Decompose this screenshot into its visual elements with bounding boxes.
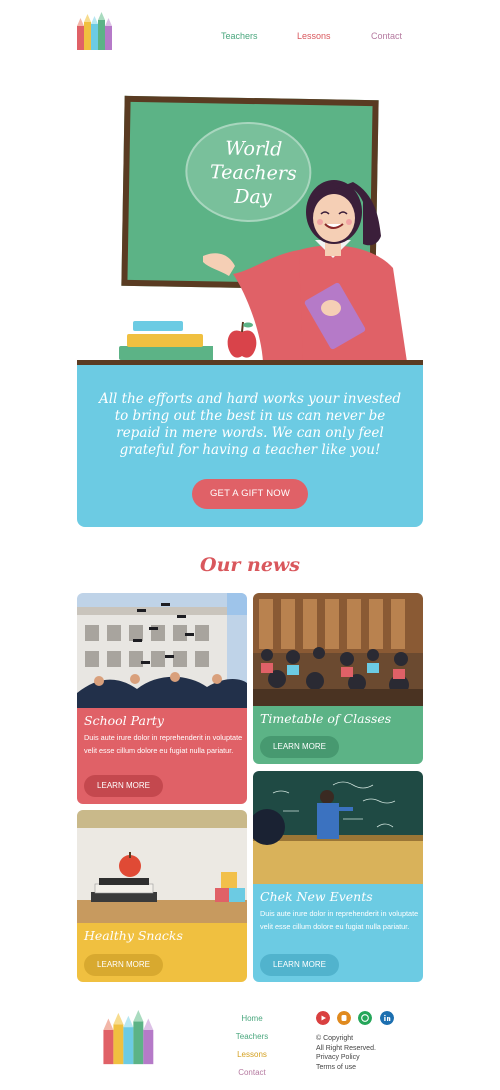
blogger-icon[interactable] bbox=[337, 1011, 351, 1025]
footer-link-teachers[interactable]: Teachers bbox=[232, 1028, 272, 1046]
footer-link-home[interactable]: Home bbox=[232, 1010, 272, 1028]
message-panel: All the efforts and hard works your inve… bbox=[77, 365, 423, 527]
pencils-logo-icon[interactable] bbox=[102, 1010, 159, 1067]
hero-message: All the efforts and hard works your inve… bbox=[98, 391, 401, 458]
pencils-logo-icon[interactable] bbox=[76, 12, 116, 52]
graduation-photo bbox=[77, 593, 247, 708]
news-card-healthy-snacks: Healthy Snacks LEARN MORE bbox=[77, 810, 247, 982]
card-title: Healthy Snacks bbox=[84, 928, 183, 943]
linkedin-icon[interactable] bbox=[380, 1011, 394, 1025]
card-title: Timetable of Classes bbox=[260, 711, 392, 726]
nav-contact[interactable]: Contact bbox=[371, 31, 402, 41]
nav-lessons[interactable]: Lessons bbox=[297, 31, 331, 41]
youtube-icon[interactable] bbox=[316, 1011, 330, 1025]
learn-more-button[interactable]: LEARN MORE bbox=[84, 775, 163, 797]
hero-illustration: World Teachers Day bbox=[77, 92, 423, 370]
terms-of-use-link[interactable]: Terms of use bbox=[316, 1063, 376, 1073]
classroom-photo bbox=[253, 593, 423, 706]
nav-teachers[interactable]: Teachers bbox=[221, 31, 258, 41]
news-section-title: Our news bbox=[200, 554, 300, 576]
learn-more-button[interactable]: LEARN MORE bbox=[84, 954, 163, 976]
news-card-timetable: Timetable of Classes LEARN MORE bbox=[253, 593, 423, 764]
teacher-illustration bbox=[203, 180, 407, 362]
whatsapp-icon[interactable] bbox=[358, 1011, 372, 1025]
get-gift-button[interactable]: GET A GIFT NOW bbox=[192, 479, 308, 509]
books-icon bbox=[119, 321, 213, 360]
card-text: Duis aute irure dolor in reprehenderit i… bbox=[84, 733, 243, 755]
copyright-text: © Copyright bbox=[316, 1035, 354, 1042]
card-body: Timetable of Classes LEARN MORE bbox=[253, 706, 423, 764]
footer-nav: Home Teachers Lessons Contact bbox=[232, 1010, 272, 1082]
card-body: Chek New Events Duis aute irure dolor in… bbox=[253, 884, 423, 982]
learn-more-button[interactable]: LEARN MORE bbox=[260, 736, 339, 758]
card-text: Duis aute irure dolor in reprehenderit i… bbox=[260, 909, 419, 931]
card-body: School Party Duis aute irure dolor in re… bbox=[77, 708, 247, 804]
footer-link-contact[interactable]: Contact bbox=[232, 1064, 272, 1082]
card-title: Chek New Events bbox=[260, 889, 373, 904]
news-card-school-party: School Party Duis aute irure dolor in re… bbox=[77, 593, 247, 804]
card-title: School Party bbox=[84, 713, 164, 728]
chalkboard-teacher-photo bbox=[253, 771, 423, 884]
books-apple-photo bbox=[77, 810, 247, 923]
learn-more-button[interactable]: LEARN MORE bbox=[260, 954, 339, 976]
header: Teachers Lessons Contact bbox=[0, 0, 500, 70]
footer-info: © Copyright All Right Reserved. Privacy … bbox=[316, 1034, 376, 1072]
footer-link-lessons[interactable]: Lessons bbox=[232, 1046, 272, 1064]
news-card-events: Chek New Events Duis aute irure dolor in… bbox=[253, 771, 423, 982]
card-body: Healthy Snacks LEARN MORE bbox=[77, 923, 247, 982]
rights-text: All Right Reserved. bbox=[316, 1044, 376, 1052]
privacy-policy-link[interactable]: Privacy Policy bbox=[316, 1053, 376, 1063]
